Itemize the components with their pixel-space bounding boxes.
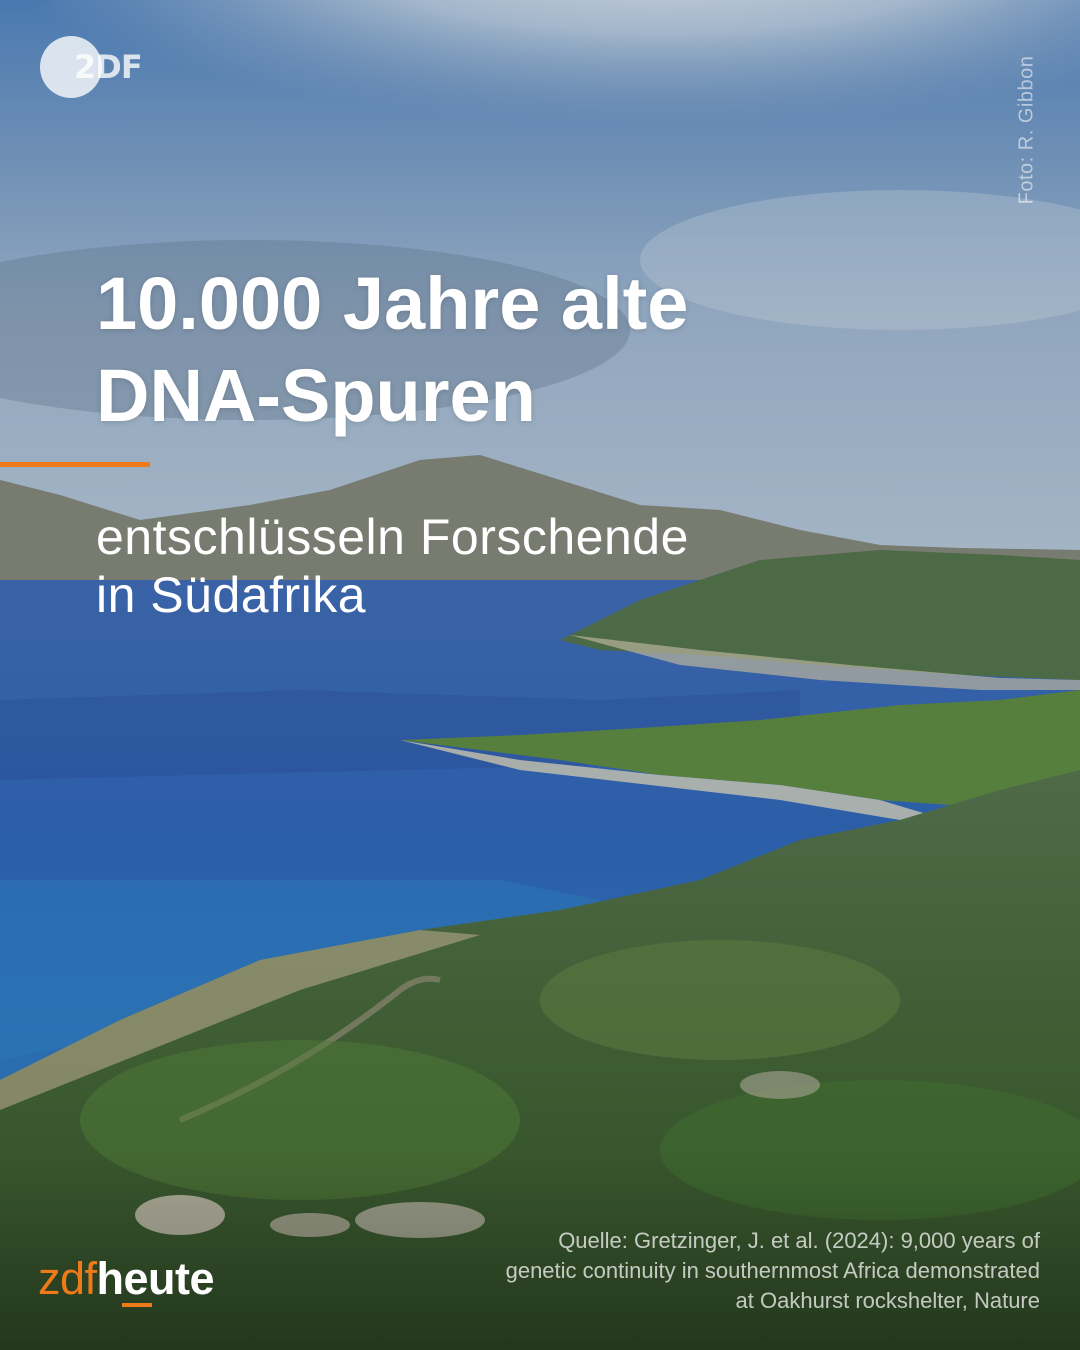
background-photo-coastline bbox=[0, 0, 1080, 1350]
subline-line-1: entschlüsseln Forschende bbox=[96, 509, 689, 565]
zdfheute-logo-underline bbox=[122, 1303, 152, 1307]
headline-line-1: 10.000 Jahre alte bbox=[96, 262, 689, 345]
zdfheute-logo-heute: heute bbox=[96, 1253, 215, 1304]
subline: entschlüsseln Forschende in Südafrika bbox=[96, 508, 996, 624]
source-citation: Quelle: Gretzinger, J. et al. (2024): 9,… bbox=[340, 1226, 1040, 1316]
zdfheute-logo: zdfheute bbox=[38, 1251, 215, 1307]
source-line-2: genetic continuity in southernmost Afric… bbox=[505, 1258, 1040, 1283]
zdfheute-logo-zdf: zdf bbox=[38, 1253, 97, 1304]
subline-line-2: in Südafrika bbox=[96, 567, 367, 623]
headline: 10.000 Jahre alte DNA-Spuren bbox=[96, 258, 996, 442]
photo-credit: Foto: R. Gibbon bbox=[1015, 55, 1038, 205]
source-line-1: Quelle: Gretzinger, J. et al. (2024): 9,… bbox=[558, 1228, 1040, 1253]
zdf-logo-text: 2DF bbox=[74, 48, 143, 86]
source-line-3: at Oakhurst rockshelter, Nature bbox=[735, 1288, 1040, 1313]
accent-divider bbox=[0, 462, 150, 467]
headline-line-2: DNA-Spuren bbox=[96, 354, 536, 437]
zdf-logo: 2DF bbox=[40, 36, 160, 100]
